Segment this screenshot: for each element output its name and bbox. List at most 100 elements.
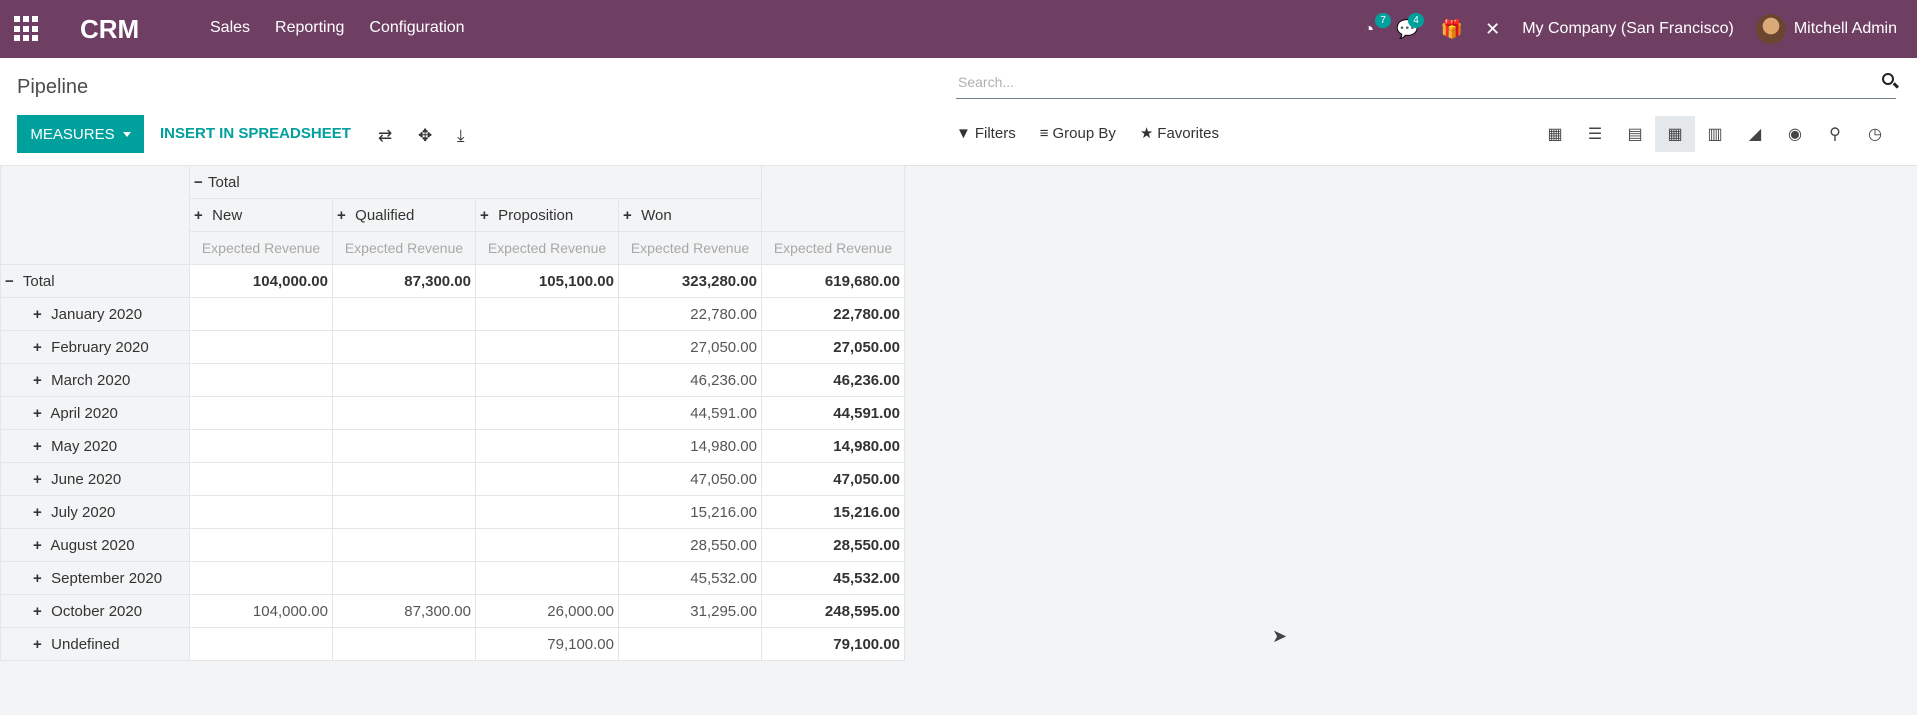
cell-total[interactable]: 45,532.00 xyxy=(761,561,905,595)
cell[interactable] xyxy=(189,396,333,430)
row-header[interactable]: + May 2020 xyxy=(0,429,190,463)
cell[interactable]: 15,216.00 xyxy=(618,495,762,529)
row-header[interactable]: + July 2020 xyxy=(0,495,190,529)
insert-spreadsheet-button[interactable]: INSERT IN SPREADSHEET xyxy=(160,125,351,142)
cell[interactable] xyxy=(189,462,333,496)
row-header[interactable]: + June 2020 xyxy=(0,462,190,496)
filters-toggle[interactable]: ▼ Filters xyxy=(956,124,1016,142)
col-header-won[interactable]: + Won xyxy=(618,198,762,232)
cell-total[interactable]: 15,216.00 xyxy=(761,495,905,529)
messages-icon[interactable]: 💬 4 xyxy=(1396,12,1424,40)
cell[interactable] xyxy=(189,627,333,661)
company-switcher[interactable]: My Company (San Francisco) xyxy=(1522,20,1734,38)
cell-total[interactable]: 619,680.00 xyxy=(761,264,905,298)
cell[interactable]: 104,000.00 xyxy=(189,264,333,298)
cell[interactable] xyxy=(475,429,619,463)
flip-axis-icon[interactable]: ⇄ xyxy=(378,126,392,146)
cell[interactable] xyxy=(475,330,619,364)
kanban-view-icon[interactable]: ▦ xyxy=(1535,116,1575,152)
cell[interactable] xyxy=(332,429,476,463)
cell[interactable]: 105,100.00 xyxy=(475,264,619,298)
cell-total[interactable]: 248,595.00 xyxy=(761,594,905,628)
cell[interactable] xyxy=(189,429,333,463)
cohort-view-icon[interactable]: ◢ xyxy=(1735,116,1775,152)
cell[interactable]: 26,000.00 xyxy=(475,594,619,628)
cell-total[interactable]: 22,780.00 xyxy=(761,297,905,331)
cell[interactable] xyxy=(332,627,476,661)
cell[interactable] xyxy=(475,528,619,562)
favorites-toggle[interactable]: ★ Favorites xyxy=(1140,124,1219,143)
cell[interactable]: 27,050.00 xyxy=(618,330,762,364)
menu-sales[interactable]: Sales xyxy=(210,19,250,37)
cell[interactable] xyxy=(332,462,476,496)
cell-total[interactable]: 27,050.00 xyxy=(761,330,905,364)
cell[interactable] xyxy=(189,561,333,595)
row-header[interactable]: + October 2020 xyxy=(0,594,190,628)
dashboard-view-icon[interactable]: ◉ xyxy=(1775,116,1815,152)
pivot-view-icon[interactable]: ▦ xyxy=(1655,116,1695,152)
search-input[interactable] xyxy=(956,68,1860,96)
measure-header[interactable]: Expected Revenue xyxy=(189,231,333,265)
cell[interactable] xyxy=(332,330,476,364)
row-header[interactable]: + September 2020 xyxy=(0,561,190,595)
groupby-toggle[interactable]: ≡ Group By xyxy=(1040,124,1116,142)
row-header[interactable]: + March 2020 xyxy=(0,363,190,397)
cell[interactable] xyxy=(475,396,619,430)
cell[interactable] xyxy=(189,495,333,529)
cell[interactable]: 22,780.00 xyxy=(618,297,762,331)
cell[interactable] xyxy=(189,297,333,331)
cell[interactable]: 87,300.00 xyxy=(332,594,476,628)
cell[interactable]: 79,100.00 xyxy=(475,627,619,661)
measures-button[interactable]: MEASURES xyxy=(17,115,144,153)
download-icon[interactable]: ⤓ xyxy=(457,126,465,146)
cell[interactable] xyxy=(332,396,476,430)
cell[interactable] xyxy=(475,363,619,397)
row-header[interactable]: + January 2020 xyxy=(0,297,190,331)
cell-total[interactable]: 46,236.00 xyxy=(761,363,905,397)
col-header-total[interactable]: − Total xyxy=(189,165,762,199)
cell[interactable]: 47,050.00 xyxy=(618,462,762,496)
cell[interactable]: 31,295.00 xyxy=(618,594,762,628)
activity-clock-icon[interactable]: ◔ 7 xyxy=(1363,12,1391,40)
col-header-new[interactable]: + New xyxy=(189,198,333,232)
cell-total[interactable]: 44,591.00 xyxy=(761,396,905,430)
cell[interactable]: 46,236.00 xyxy=(618,363,762,397)
col-header-proposition[interactable]: + Proposition xyxy=(475,198,619,232)
activity-view-icon[interactable]: ◷ xyxy=(1855,116,1895,152)
cell[interactable] xyxy=(475,495,619,529)
cell-total[interactable]: 79,100.00 xyxy=(761,627,905,661)
map-view-icon[interactable]: ⚲ xyxy=(1815,116,1855,152)
col-header-qualified[interactable]: + Qualified xyxy=(332,198,476,232)
cell[interactable]: 87,300.00 xyxy=(332,264,476,298)
debug-tools-icon[interactable]: ✕ xyxy=(1485,19,1500,40)
gift-icon[interactable]: 🎁 xyxy=(1441,19,1463,40)
cell-total[interactable]: 28,550.00 xyxy=(761,528,905,562)
cell[interactable] xyxy=(618,627,762,661)
cell[interactable]: 104,000.00 xyxy=(189,594,333,628)
cell-total[interactable]: 47,050.00 xyxy=(761,462,905,496)
calendar-view-icon[interactable]: ▤ xyxy=(1615,116,1655,152)
app-brand[interactable]: CRM xyxy=(80,14,139,45)
graph-view-icon[interactable]: ▥ xyxy=(1695,116,1735,152)
search-icon[interactable] xyxy=(1882,73,1894,85)
measure-header[interactable]: Expected Revenue xyxy=(618,231,762,265)
row-header[interactable]: + February 2020 xyxy=(0,330,190,364)
row-header-total[interactable]: − Total xyxy=(0,264,190,298)
cell[interactable]: 323,280.00 xyxy=(618,264,762,298)
expand-all-icon[interactable]: ✥ xyxy=(418,126,432,146)
row-header[interactable]: + April 2020 xyxy=(0,396,190,430)
cell[interactable]: 28,550.00 xyxy=(618,528,762,562)
list-view-icon[interactable]: ☰ xyxy=(1575,116,1615,152)
user-menu[interactable]: Mitchell Admin xyxy=(1755,14,1897,44)
cell[interactable]: 45,532.00 xyxy=(618,561,762,595)
cell[interactable] xyxy=(475,462,619,496)
cell[interactable] xyxy=(332,528,476,562)
cell[interactable] xyxy=(332,561,476,595)
cell[interactable] xyxy=(475,297,619,331)
cell[interactable] xyxy=(332,297,476,331)
menu-reporting[interactable]: Reporting xyxy=(275,19,344,37)
row-header[interactable]: + Undefined xyxy=(0,627,190,661)
cell[interactable] xyxy=(189,330,333,364)
menu-configuration[interactable]: Configuration xyxy=(369,19,464,37)
cell[interactable] xyxy=(475,561,619,595)
